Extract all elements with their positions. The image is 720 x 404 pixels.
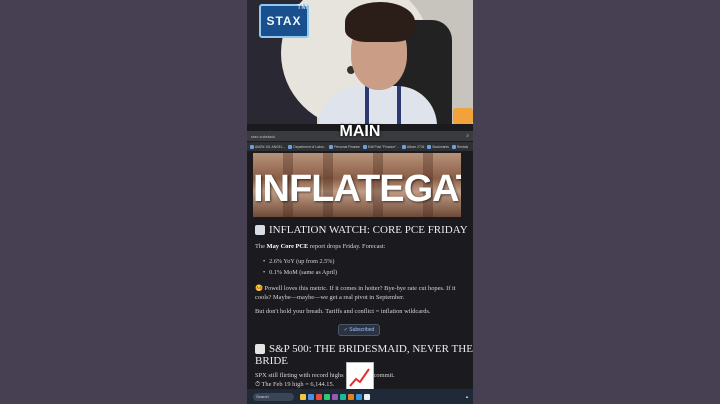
bookmark-item[interactable]: Rentals (451, 144, 468, 149)
intro-paragraph: The May Core PCE report drops Friday. Fo… (255, 243, 386, 250)
app-icon[interactable] (364, 393, 370, 400)
folder-icon[interactable] (300, 393, 306, 400)
article-content: INFLATEGATE INFLATION WATCH: CORE PCE FR… (247, 151, 473, 389)
shirt-stripe (365, 86, 369, 124)
webcam-view: STAX TM (247, 0, 473, 124)
chart-increasing-icon (346, 362, 374, 389)
section-heading: INFLATION WATCH: CORE PCE FRIDAY (255, 224, 473, 237)
bookmark-icon (427, 144, 432, 149)
bookmark-icon (451, 144, 456, 149)
bookmark-icon (329, 144, 334, 149)
paragraph: 🤒 Powell loves this metric. If it comes … (255, 285, 456, 301)
right-background (473, 0, 720, 404)
bookmarks-bar: AMZN 101 ANGEL... Department of Labor...… (247, 142, 473, 151)
bookmark-item[interactable]: Bookmarks (427, 144, 449, 149)
video-frame: STAX TM stax.substack ⌕ MAIN AMZN 101 AN… (247, 0, 473, 404)
left-background (0, 0, 247, 404)
chart-line (349, 368, 370, 387)
bookmark-item[interactable]: Personal Finance (329, 144, 360, 149)
app-icon[interactable] (316, 393, 322, 400)
bookmark-item[interactable]: Department of Labor... (288, 144, 326, 149)
bookmark-item[interactable]: AMZN 101 ANGEL... (250, 144, 285, 149)
logo-trademark: TM (297, 4, 308, 11)
app-icon[interactable] (348, 393, 354, 400)
person-hair (345, 2, 415, 42)
taskbar-search[interactable]: Search (253, 392, 294, 401)
subscribed-button[interactable]: ✓ Subscribed (338, 324, 380, 336)
hero-image: INFLATEGATE (253, 153, 461, 217)
bookmark-icon (288, 144, 293, 149)
system-tray-icon[interactable]: ▲ (465, 394, 469, 399)
section-heading-cont: BRIDE (255, 355, 288, 367)
forecast-bullet: 0.1% MoM (same as April) (263, 268, 337, 277)
bookmark-icon (250, 144, 254, 149)
app-icon[interactable] (356, 393, 362, 400)
forecast-bullet: 2.6% YoY (up from 2.5%) (263, 257, 334, 266)
recording-indicator (453, 108, 473, 124)
taskbar: Search ▲ (247, 389, 473, 404)
shirt-stripe (397, 86, 401, 124)
bookmark-item[interactable]: Edit Post "Finance"... (362, 144, 399, 149)
bookmark-icon (401, 144, 406, 149)
bookmark-item[interactable]: Album 2734 (401, 144, 424, 149)
memo-icon (255, 225, 265, 236)
taskbar-apps (300, 393, 370, 400)
app-icon[interactable] (324, 393, 330, 400)
browser-icon[interactable] (308, 393, 314, 400)
app-icon[interactable] (340, 393, 346, 400)
hero-title: INFLATEGATE (253, 168, 461, 210)
chart-icon (255, 344, 265, 355)
paragraph: But don't hold your breath. Tariffs and … (255, 308, 431, 315)
app-icon[interactable] (332, 393, 338, 400)
video-caption: MAIN (339, 123, 381, 140)
bookmark-icon (362, 144, 367, 149)
